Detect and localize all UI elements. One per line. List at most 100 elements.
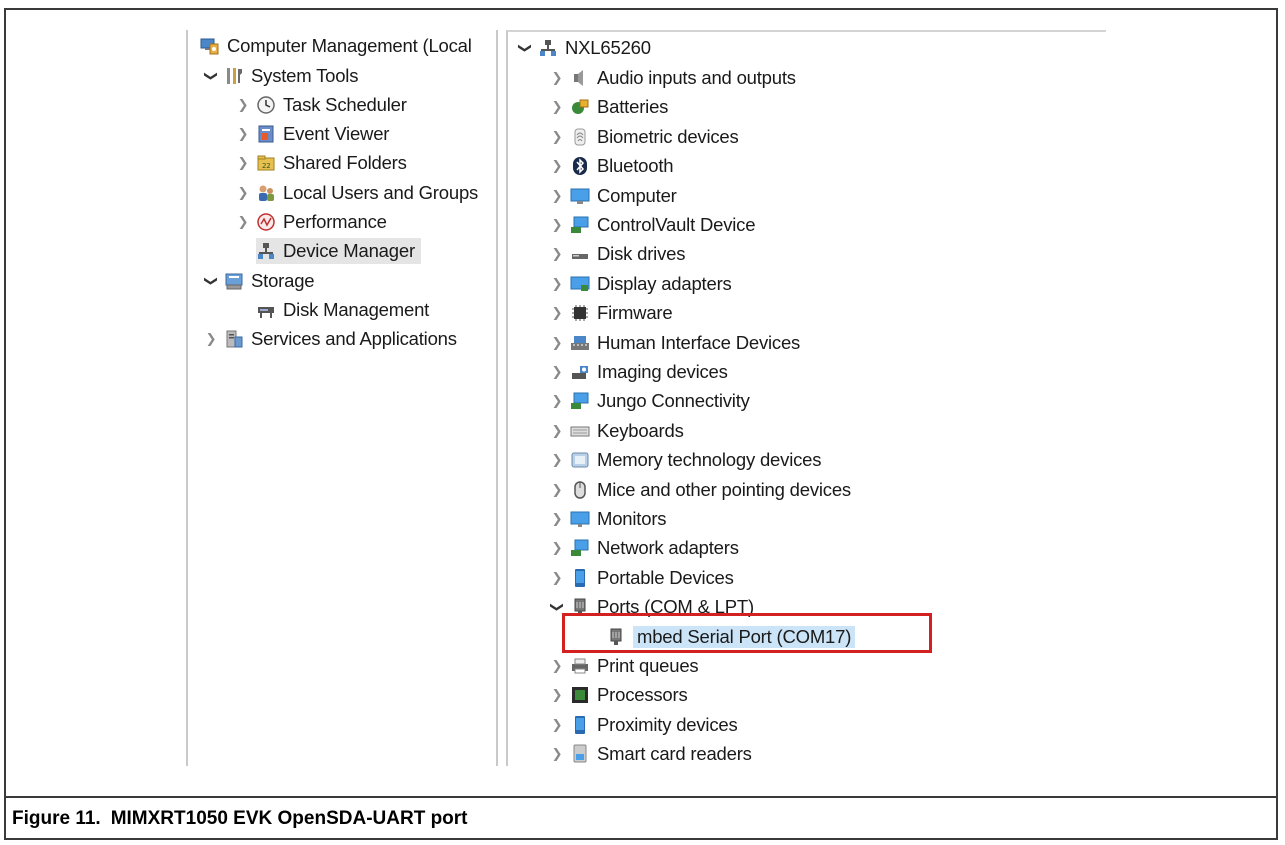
event-viewer-icon bbox=[256, 124, 276, 144]
tree-item-shared-folders[interactable]: ❯ 22 Shared Folders bbox=[236, 150, 407, 176]
chevron-right-icon[interactable]: ❯ bbox=[550, 715, 564, 735]
device-category-human-interface-devices[interactable]: ❯ Human Interface Devices bbox=[550, 330, 801, 356]
tree-item-services-and-applications[interactable]: ❯ Services and Applications bbox=[204, 326, 457, 352]
tree-item-label: Task Scheduler bbox=[283, 94, 407, 115]
device-label: Jungo Connectivity bbox=[597, 390, 750, 412]
chevron-right-icon[interactable]: ❯ bbox=[550, 186, 564, 206]
tree-root-computer-management[interactable]: Computer Management (Local bbox=[200, 33, 472, 59]
tree-item-event-viewer[interactable]: ❯ Event Viewer bbox=[236, 121, 390, 147]
tree-item-task-scheduler[interactable]: ❯ Task Scheduler bbox=[236, 92, 407, 118]
tree-item-label: Local Users and Groups bbox=[283, 182, 479, 203]
device-label: Firmware bbox=[597, 302, 673, 324]
device-label: Portable Devices bbox=[597, 566, 734, 588]
device-label: Smart card readers bbox=[597, 743, 752, 765]
fingerprint-icon bbox=[570, 127, 590, 147]
device-category-batteries[interactable]: ❯ Batteries bbox=[550, 94, 669, 120]
tree-item-storage[interactable]: ❯ Storage bbox=[201, 268, 315, 294]
console-tree-pane: Computer Management (Local ❯ System Tool… bbox=[186, 30, 498, 766]
tree-root-nxl65260[interactable]: ❯ NXL65260 bbox=[518, 35, 651, 61]
chevron-right-icon[interactable]: ❯ bbox=[550, 480, 564, 500]
device-category-portable-devices[interactable]: ❯ Portable Devices bbox=[550, 565, 734, 591]
device-category-disk-drives[interactable]: ❯ Disk drives bbox=[550, 241, 686, 267]
chevron-right-icon[interactable]: ❯ bbox=[236, 212, 250, 232]
device-label: Keyboards bbox=[597, 419, 684, 441]
chevron-right-icon[interactable]: ❯ bbox=[550, 450, 564, 470]
chevron-right-icon[interactable]: ❯ bbox=[550, 215, 564, 235]
smart-card-icon bbox=[570, 744, 590, 764]
device-tree-pane: ❯ NXL65260 ❯ Audio inputs and outputs ❯ Batte… bbox=[506, 30, 1106, 766]
chevron-right-icon[interactable]: ❯ bbox=[550, 97, 564, 117]
chevron-right-icon[interactable]: ❯ bbox=[550, 421, 564, 441]
chevron-right-icon[interactable]: ❯ bbox=[550, 303, 564, 323]
device-category-memory-technology-devices[interactable]: ❯ Memory technology devices bbox=[550, 447, 822, 473]
figure-caption: Figure 11. MIMXRT1050 EVK OpenSDA-UART p… bbox=[4, 796, 1278, 840]
chevron-down-icon[interactable]: ❯ bbox=[201, 69, 221, 83]
device-category-network-adapters[interactable]: ❯ Network adapters bbox=[550, 535, 739, 561]
chevron-right-icon[interactable]: ❯ bbox=[550, 744, 564, 764]
device-label: Proximity devices bbox=[597, 713, 738, 735]
device-label: Bluetooth bbox=[597, 155, 674, 177]
tree-item-system-tools[interactable]: ❯ System Tools bbox=[204, 63, 358, 89]
chevron-right-icon[interactable]: ❯ bbox=[550, 333, 564, 353]
device-label: Computer bbox=[597, 184, 677, 206]
chevron-down-icon[interactable]: ❯ bbox=[201, 274, 221, 288]
device-label: Mice and other pointing devices bbox=[597, 478, 851, 500]
device-category-biometric-devices[interactable]: ❯ Biometric devices bbox=[550, 124, 739, 150]
disk-drive-icon bbox=[570, 244, 590, 264]
device-category-print-queues[interactable]: ❯ Print queues bbox=[550, 653, 699, 679]
tree-item-local-users-and-groups[interactable]: ❯ Local Users and Groups bbox=[236, 180, 479, 206]
device-label: Monitors bbox=[597, 508, 667, 529]
shared-folder-icon: 22 bbox=[256, 153, 276, 173]
device-category-controlvault-device[interactable]: ❯ ControlVault Device bbox=[550, 212, 756, 238]
tree-item-performance[interactable]: ❯ Performance bbox=[236, 209, 387, 235]
tree-item-label: Event Viewer bbox=[283, 123, 390, 144]
chevron-down-icon[interactable]: ❯ bbox=[515, 41, 535, 55]
tree-item-label: Storage bbox=[251, 270, 315, 291]
tree-item-disk-management[interactable]: Disk Management bbox=[256, 297, 429, 323]
chevron-right-icon[interactable]: ❯ bbox=[550, 127, 564, 147]
clock-icon bbox=[256, 95, 276, 115]
device-category-audio-inputs-and-outputs[interactable]: ❯ Audio inputs and outputs bbox=[550, 65, 796, 91]
battery-icon bbox=[570, 97, 590, 117]
device-category-processors[interactable]: ❯ Processors bbox=[550, 682, 688, 708]
computer-management-icon bbox=[200, 36, 220, 56]
chevron-right-icon[interactable]: ❯ bbox=[236, 124, 250, 144]
device-category-firmware[interactable]: ❯ Firmware bbox=[550, 300, 673, 326]
chevron-right-icon[interactable]: ❯ bbox=[204, 329, 218, 349]
device-label: Processors bbox=[597, 684, 688, 706]
tree-item-device-manager[interactable]: Device Manager bbox=[256, 238, 421, 264]
chevron-right-icon[interactable]: ❯ bbox=[236, 153, 250, 173]
chevron-right-icon[interactable]: ❯ bbox=[550, 244, 564, 264]
chevron-right-icon[interactable]: ❯ bbox=[550, 362, 564, 382]
chevron-right-icon[interactable]: ❯ bbox=[550, 656, 564, 676]
chevron-right-icon[interactable]: ❯ bbox=[550, 68, 564, 88]
device-category-imaging-devices[interactable]: ❯ Imaging devices bbox=[550, 359, 728, 385]
chevron-right-icon[interactable]: ❯ bbox=[236, 183, 250, 203]
performance-icon bbox=[256, 212, 276, 232]
device-label: ControlVault Device bbox=[597, 214, 756, 235]
chevron-right-icon[interactable]: ❯ bbox=[550, 538, 564, 558]
device-category-proximity-devices[interactable]: ❯ Proximity devices bbox=[550, 712, 738, 738]
device-category-monitors[interactable]: ❯ Monitors bbox=[550, 506, 667, 532]
device-category-keyboards[interactable]: ❯ Keyboards bbox=[550, 418, 684, 444]
device-category-mice-and-other-pointing-devices[interactable]: ❯ Mice and other pointing devices bbox=[550, 477, 852, 503]
chevron-right-icon[interactable]: ❯ bbox=[550, 568, 564, 588]
tree-item-label: Performance bbox=[283, 211, 387, 232]
users-icon bbox=[256, 183, 276, 203]
chevron-right-icon[interactable]: ❯ bbox=[550, 274, 564, 294]
figure-number: Figure 11. bbox=[12, 808, 101, 829]
chevron-right-icon[interactable]: ❯ bbox=[550, 156, 564, 176]
tree-item-label: Services and Applications bbox=[251, 328, 457, 349]
device-category-smart-card-readers[interactable]: ❯ Smart card readers bbox=[550, 741, 752, 766]
device-category-jungo-connectivity[interactable]: ❯ Jungo Connectivity bbox=[550, 388, 750, 414]
device-category-display-adapters[interactable]: ❯ Display adapters bbox=[550, 271, 732, 297]
chevron-right-icon[interactable]: ❯ bbox=[550, 391, 564, 411]
chevron-right-icon[interactable]: ❯ bbox=[236, 95, 250, 115]
speaker-icon bbox=[570, 68, 590, 88]
device-label: Print queues bbox=[597, 655, 699, 676]
hid-icon bbox=[570, 333, 590, 353]
chevron-right-icon[interactable]: ❯ bbox=[550, 509, 564, 529]
device-category-bluetooth[interactable]: ❯ Bluetooth bbox=[550, 153, 674, 179]
device-category-computer[interactable]: ❯ Computer bbox=[550, 183, 677, 209]
chevron-right-icon[interactable]: ❯ bbox=[550, 685, 564, 705]
